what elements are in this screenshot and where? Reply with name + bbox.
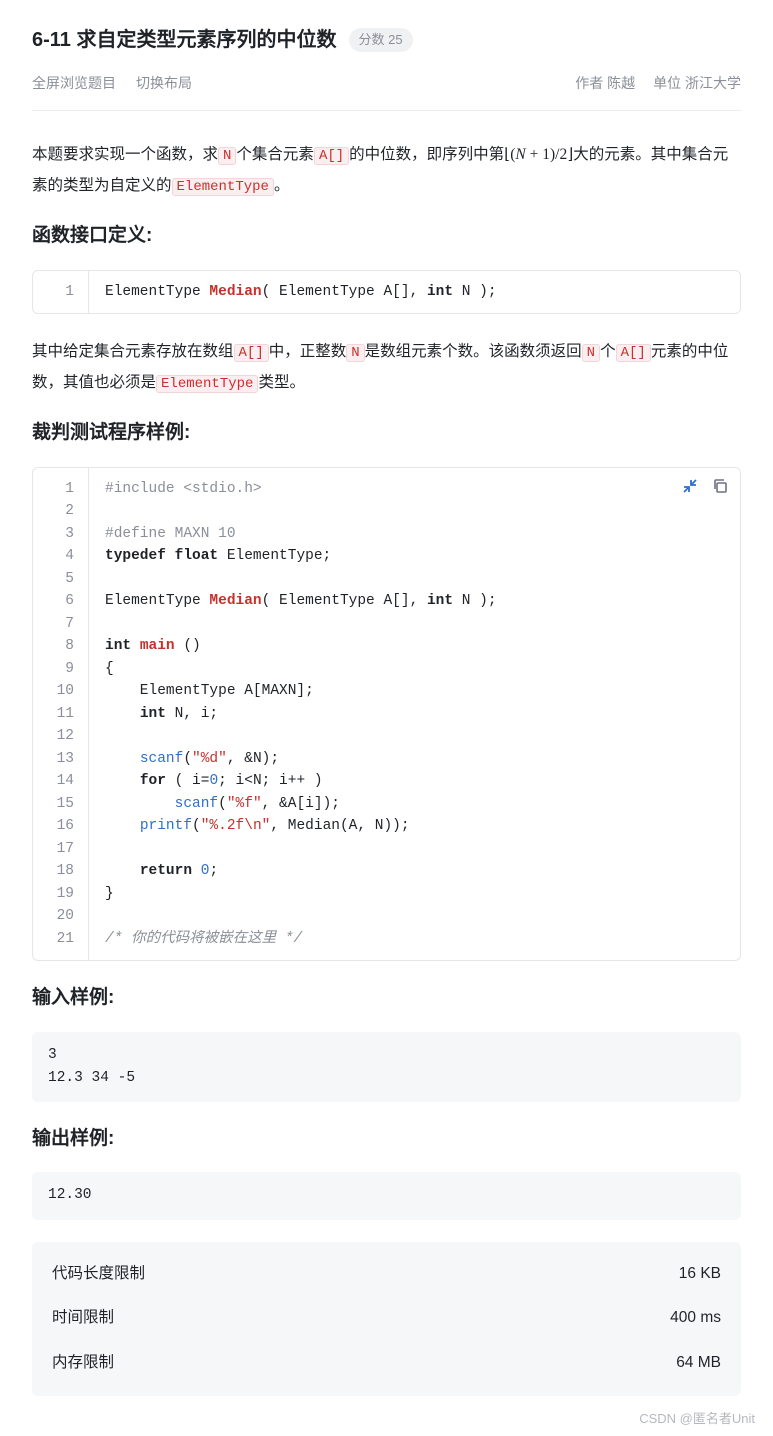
author-info: 作者 陈越 <box>575 72 635 94</box>
limits-table: 代码长度限制16 KB 时间限制400 ms 内存限制64 MB <box>32 1242 741 1396</box>
problem-description: 本题要求实现一个函数，求N个集合元素A[]的中位数，即序列中第⌊(N + 1)/… <box>32 139 741 201</box>
section-output-sample: 输出样例: <box>32 1124 741 1154</box>
page-title: 6-11 求自定类型元素序列的中位数 <box>32 24 337 56</box>
code-A: A[] <box>314 147 349 165</box>
header: 6-11 求自定类型元素序列的中位数 分数 25 <box>32 24 741 56</box>
interface-description: 其中给定集合元素存放在数组A[]中，正整数N是数组元素个数。该函数须返回N个A[… <box>32 336 741 398</box>
section-input-sample: 输入样例: <box>32 983 741 1013</box>
copy-icon[interactable] <box>710 476 730 496</box>
code-content: #include <stdio.h> #define MAXN 10 typed… <box>89 468 740 961</box>
fullscreen-link[interactable]: 全屏浏览题目 <box>32 72 116 94</box>
divider <box>32 110 741 111</box>
subheader: 全屏浏览题目 切换布局 作者 陈越 单位 浙江大学 <box>32 72 741 94</box>
switch-layout-link[interactable]: 切换布局 <box>136 72 192 94</box>
interface-code-block: 1 ElementType Median( ElementType A[], i… <box>32 270 741 315</box>
collapse-icon[interactable] <box>680 476 700 496</box>
section-interface: 函数接口定义: <box>32 221 741 251</box>
code-N: N <box>218 147 236 165</box>
org-info: 单位 浙江大学 <box>653 72 741 94</box>
score-badge: 分数 25 <box>349 28 413 53</box>
limit-time: 时间限制400 ms <box>52 1296 721 1341</box>
watermark: CSDN @匿名者Unit <box>639 1409 755 1430</box>
line-gutter: 1 <box>33 271 89 314</box>
math-expr: ⌊(N + 1)/2⌋ <box>504 146 573 163</box>
code-ElementType: ElementType <box>172 178 274 196</box>
limit-memory: 内存限制64 MB <box>52 1341 721 1386</box>
line-gutter: 123456789101112131415161718192021 <box>33 468 89 961</box>
code-content: ElementType Median( ElementType A[], int… <box>89 271 740 314</box>
output-sample: 12.30 <box>32 1172 741 1219</box>
section-sample-program: 裁判测试程序样例: <box>32 418 741 448</box>
sample-code-block: 123456789101112131415161718192021 #inclu… <box>32 467 741 962</box>
problem-page: 6-11 求自定类型元素序列的中位数 分数 25 全屏浏览题目 切换布局 作者 … <box>0 0 773 1436</box>
limit-code-length: 代码长度限制16 KB <box>52 1252 721 1297</box>
input-sample: 3 12.3 34 -5 <box>32 1032 741 1102</box>
